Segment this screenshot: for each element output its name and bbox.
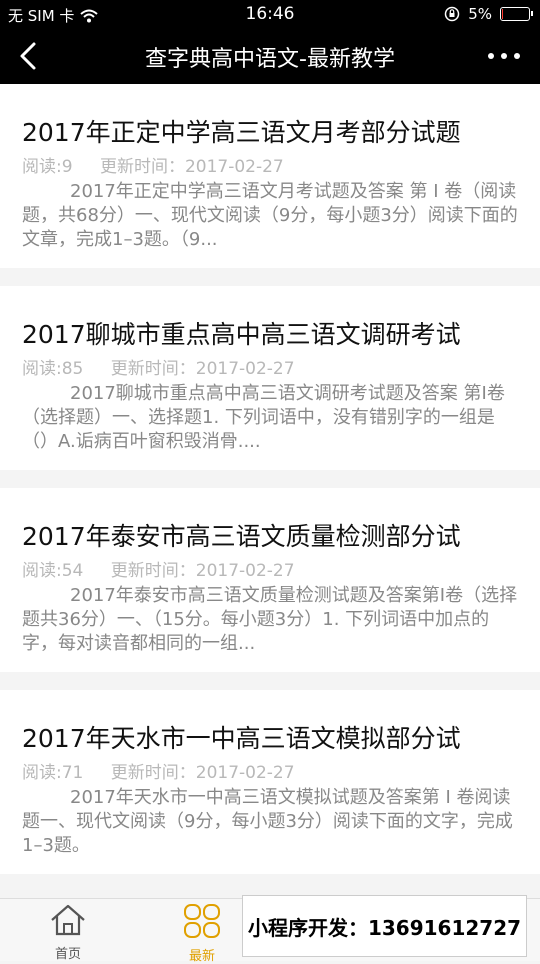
tab-home-label: 首页	[54, 947, 81, 962]
update-time: 更新时间：2017-02-27	[110, 359, 295, 379]
battery-percent: 5%	[468, 5, 492, 23]
article-summary: 2017年正定中学高三语文月考试题及答案 第 I 卷（阅读题，共68分）一、现代…	[22, 181, 518, 250]
more-dot	[514, 53, 520, 59]
more-dot	[501, 53, 507, 59]
article-summary: 2017年泰安市高三语文质量检测试题及答案第Ⅰ卷（选择题共36分）一、（15分。…	[22, 585, 518, 654]
article-meta: 阅读:85 更新时间：2017-02-27	[22, 358, 518, 380]
rotation-lock-icon	[444, 6, 460, 22]
grid-icon	[184, 904, 220, 938]
more-button[interactable]	[488, 42, 520, 70]
battery-icon	[500, 7, 533, 21]
article-card[interactable]: 2017聊城市重点高中高三语文调研考试 阅读:85 更新时间：2017-02-2…	[0, 286, 540, 470]
article-title[interactable]: 2017年正定中学高三语文月考部分试题	[22, 116, 518, 150]
article-summary: 2017年天水市一中高三语文模拟试题及答案第 I 卷阅读题一、现代文阅读（9分，…	[22, 787, 513, 856]
article-summary: 2017聊城市重点高中高三语文调研考试题及答案 第Ⅰ卷（选择题）一、选择题1. …	[22, 383, 505, 452]
read-count: 阅读:85	[22, 359, 84, 379]
promo-banner: 小程序开发：13691612727	[242, 895, 527, 957]
read-count: 阅读:9	[22, 157, 73, 177]
more-dot	[488, 53, 494, 59]
tab-home[interactable]: 首页	[28, 903, 108, 962]
article-title[interactable]: 2017年天水市一中高三语文模拟部分试	[22, 722, 518, 756]
article-card[interactable]: 2017年天水市一中高三语文模拟部分试 阅读:71 更新时间：2017-02-2…	[0, 690, 540, 874]
article-meta: 阅读:54 更新时间：2017-02-27	[22, 560, 518, 582]
update-time: 更新时间：2017-02-27	[110, 763, 295, 783]
tab-new-label: 最新	[188, 949, 215, 964]
article-title[interactable]: 2017年泰安市高三语文质量检测部分试	[22, 520, 518, 554]
article-meta: 阅读:9 更新时间：2017-02-27	[22, 156, 518, 178]
article-card[interactable]: 2017年泰安市高三语文质量检测部分试 阅读:54 更新时间：2017-02-2…	[0, 488, 540, 672]
update-time: 更新时间：2017-02-27	[110, 561, 295, 581]
nav-bar: 查字典高中语文-最新教学	[0, 28, 540, 84]
read-count: 阅读:54	[22, 561, 84, 581]
article-meta: 阅读:71 更新时间：2017-02-27	[22, 762, 518, 784]
article-list[interactable]: 2017年正定中学高三语文月考部分试题 阅读:9 更新时间：2017-02-27…	[0, 84, 540, 898]
status-bar: 无 SIM 卡 16:46 5%	[0, 0, 540, 28]
update-time: 更新时间：2017-02-27	[99, 157, 284, 177]
article-title[interactable]: 2017聊城市重点高中高三语文调研考试	[22, 318, 518, 352]
battery-fill	[502, 9, 504, 19]
tab-new[interactable]: 最新	[162, 903, 242, 964]
status-right: 5%	[444, 5, 533, 23]
read-count: 阅读:71	[22, 763, 84, 783]
page-title: 查字典高中语文-最新教学	[145, 47, 395, 72]
article-card[interactable]: 2017年正定中学高三语文月考部分试题 阅读:9 更新时间：2017-02-27…	[0, 84, 540, 268]
home-icon	[51, 904, 85, 936]
